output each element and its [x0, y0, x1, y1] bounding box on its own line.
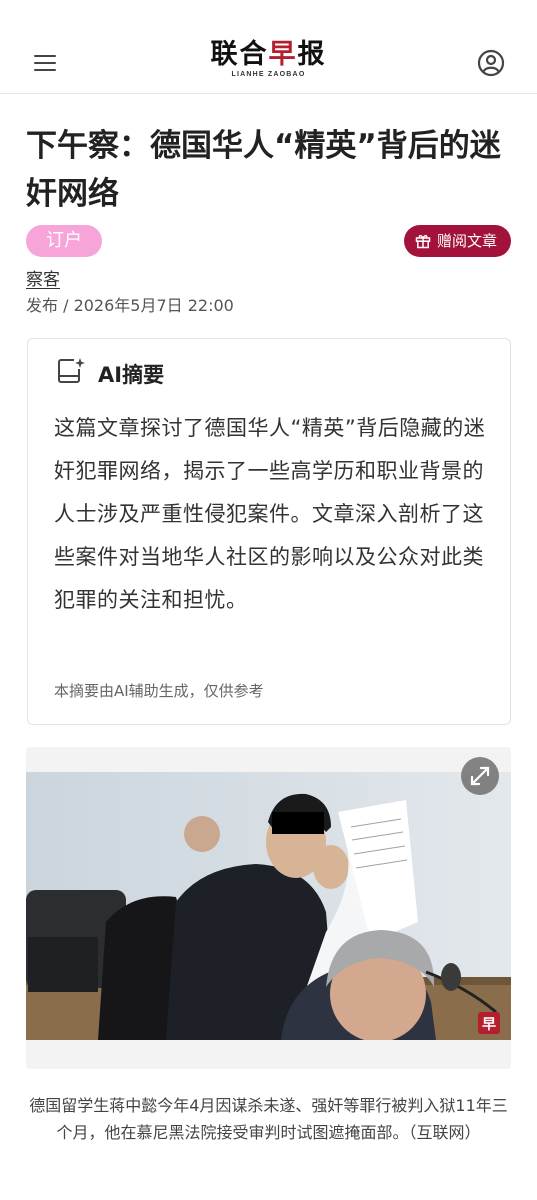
top-header: 联合早报 LIANHE ZAOBAO: [0, 0, 537, 94]
gift-article-button[interactable]: 赠阅文章: [404, 225, 511, 257]
publish-date: 发布 / 2026年5月7日 22:00: [26, 296, 234, 315]
author-link[interactable]: 察客: [26, 265, 60, 290]
ai-summary-disclaimer: 本摘要由AI辅助生成，仅供参考: [54, 682, 264, 700]
gift-article-label: 赠阅文章: [437, 232, 498, 250]
site-logo[interactable]: 联合早报 LIANHE ZAOBAO: [0, 39, 537, 79]
image-caption: 德国留学生蒋中懿今年4月因谋杀未遂、强奸等罪行被判入狱11年三个月，他在慕尼黑法…: [29, 1096, 508, 1142]
ai-summary-card: AI摘要 这篇文章探讨了德国华人“精英”背后隐藏的迷奸犯罪网络，揭示了一些高学历…: [27, 338, 511, 725]
ai-summary-text: 这篇文章探讨了德国华人“精英”背后隐藏的迷奸犯罪网络，揭示了一些高学历和职业背景…: [54, 416, 486, 612]
subscriber-badge: 订户: [26, 225, 102, 257]
logo-wordmark: 联合早报: [210, 39, 327, 70]
expand-arrows-icon[interactable]: [461, 757, 499, 795]
ai-summary-title: AI摘要: [98, 363, 165, 387]
article-title: 下午察：德国华人“精英”背后的迷奸网络: [26, 128, 501, 212]
logo-subtitle: LIANHE ZAOBAO: [231, 71, 306, 78]
article-photo[interactable]: 早: [26, 772, 511, 1040]
zaobao-watermark: 早: [482, 1017, 496, 1033]
ai-sparkle-document-icon: [56, 356, 86, 390]
gift-icon: [415, 235, 431, 249]
next-paragraph-peek: [26, 1190, 511, 1200]
user-account-icon[interactable]: [477, 49, 505, 77]
article-image-container: 早: [26, 747, 511, 1069]
